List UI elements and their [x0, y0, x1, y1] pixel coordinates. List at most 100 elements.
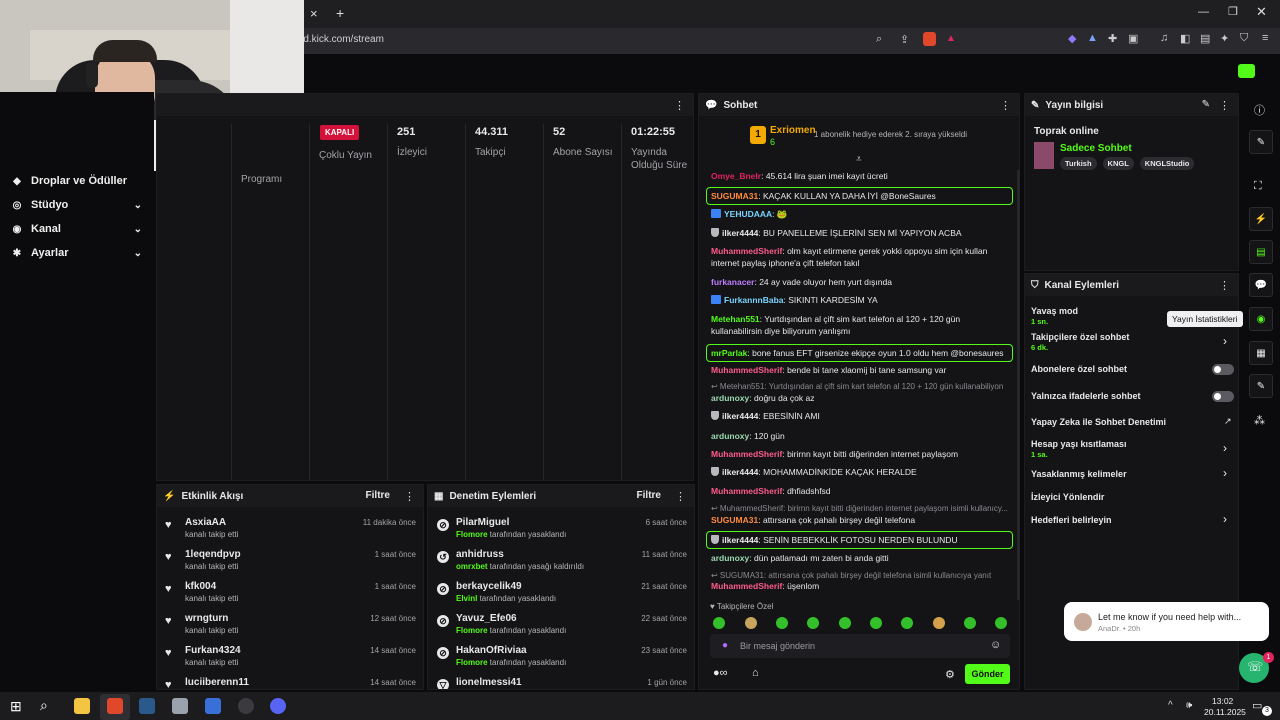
info-icon[interactable]: ⓘ	[1254, 102, 1265, 118]
collapse-icon[interactable]: ⩡	[856, 154, 862, 165]
emotes-only-toggle[interactable]	[1212, 391, 1234, 402]
emote[interactable]	[713, 617, 725, 629]
chat-message[interactable]: ilker4444: BU PANELLEME İŞLERİNİ SEN Mİ …	[711, 227, 1013, 239]
file-explorer-icon[interactable]	[74, 698, 90, 714]
kebab-menu-icon[interactable]: ⋮	[1219, 99, 1230, 112]
emote[interactable]	[995, 617, 1007, 629]
steam-icon[interactable]	[139, 698, 155, 714]
emote[interactable]	[901, 617, 913, 629]
help-bubble[interactable]: Let me know if you need help with... Ana…	[1064, 602, 1269, 641]
filter-button[interactable]: Filtre	[637, 490, 661, 501]
puzzle-icon[interactable]: ✚	[1108, 32, 1117, 45]
kebab-menu-icon[interactable]: ⋮	[675, 490, 686, 503]
chat-message[interactable]: ardunoxy: 120 gün	[711, 430, 1013, 442]
app-icon[interactable]	[172, 698, 188, 714]
extension2-icon[interactable]: ▲	[1087, 32, 1098, 44]
chat-settings-icon[interactable]: ⚙	[945, 668, 955, 681]
kebab-menu-icon[interactable]: ⋮	[1219, 279, 1230, 292]
notifications-icon[interactable]: ▭	[1252, 699, 1262, 712]
notes-toggle-button[interactable]: ▤	[1249, 240, 1273, 264]
filter-button[interactable]: Filtre	[366, 490, 390, 501]
activity-row[interactable]: ♥ wrngturn kanalı takip etti 12 saat önce	[160, 611, 418, 641]
discord-icon[interactable]	[270, 698, 286, 714]
minimize-icon[interactable]: —	[1198, 6, 1209, 18]
chat-message[interactable]: YEHUDAAA: 🐸	[711, 208, 1013, 220]
activity-row[interactable]: ♥ 1leqendpvp kanalı takip etti 1 saat önce	[160, 547, 418, 577]
pinned-user[interactable]: Exriomen	[770, 125, 816, 136]
volume-icon[interactable]: 🕪	[1186, 700, 1192, 711]
emote[interactable]	[839, 617, 851, 629]
tray-chevron-icon[interactable]: ^	[1168, 700, 1173, 711]
subscribers-only-toggle[interactable]	[1212, 364, 1234, 375]
action-goals[interactable]: Hedefleri belirleyin	[1031, 515, 1112, 525]
chat-reply-preview[interactable]: ↩ MuhammedSherif: birirnn kayıt bitti di…	[711, 503, 1013, 513]
external-link-icon[interactable]: ↗	[1224, 416, 1232, 427]
brave-shield-icon[interactable]	[923, 32, 936, 46]
category-link[interactable]: Sadece Sohbet	[1060, 143, 1132, 154]
category-thumbnail[interactable]	[1034, 142, 1054, 169]
chat-message[interactable]: MuhammedSherif: birirnn kayıt bitti diğe…	[711, 448, 1013, 460]
restore-icon[interactable]: ❐	[1228, 5, 1238, 18]
vpn-icon[interactable]: ⛉	[1240, 32, 1248, 45]
kick-logo-icon[interactable]	[1238, 64, 1255, 78]
windows-start-icon[interactable]: ⊞	[10, 698, 22, 715]
edit-layout-button[interactable]: ✎	[1249, 130, 1273, 154]
brave-icon[interactable]	[107, 698, 123, 714]
close-tab-icon[interactable]: ×	[310, 6, 324, 21]
chat-message[interactable]: ardunoxy: doğru da çok az	[711, 392, 1013, 404]
action-account-age[interactable]: Hesap yaşı kısıtlaması 1 sa.	[1031, 439, 1127, 459]
chat-message[interactable]: FurkannnBaba: SIKINTI KARDESİM YA	[711, 294, 1013, 306]
sidebar-icon[interactable]: ◧	[1180, 32, 1190, 45]
chat-message[interactable]: furkanacer: 24 ay vade oluyor hem yurt d…	[711, 276, 1013, 288]
moderation-toggle-button[interactable]: ▦	[1249, 341, 1273, 365]
zoom-icon[interactable]: ⌕	[876, 33, 882, 46]
moderation-row[interactable]: ▽ lionelmessi41 1 gün önce	[432, 675, 690, 689]
chat-message[interactable]: MuhammedSherif: bende bi tane xlaomij bi…	[711, 364, 1013, 376]
nav-drops-rewards[interactable]: ◆ Droplar ve Ödüller	[10, 171, 150, 191]
leo-ai-icon[interactable]: ✦	[1220, 32, 1229, 45]
stream-stats-button[interactable]: ◉	[1249, 307, 1273, 331]
share-icon[interactable]: ⇪	[900, 33, 909, 46]
chat-reply-preview[interactable]: ↩ Metehan551: Yurtdışından al çift sim k…	[711, 381, 1013, 391]
nav-channel[interactable]: ◉ Kanal ⌄	[10, 219, 150, 239]
action-followers-only[interactable]: Takipçilere özel sohbet 6 dk.	[1031, 332, 1129, 352]
chat-message[interactable]: MuhammedSherif: üşenlom	[711, 580, 1013, 592]
emote[interactable]	[964, 617, 976, 629]
new-tab-button[interactable]: +	[336, 5, 350, 21]
moderation-row[interactable]: ⊘ HakanOfRiviaa Flomore tarafından yasakla…	[432, 643, 690, 673]
fullscreen-icon[interactable]: ⛶	[1254, 180, 1262, 193]
chat-message[interactable]: SUGUMA31: attırsana çok pahalı birşey de…	[711, 514, 1013, 526]
chat-message[interactable]: ilker4444: SENİN BEBEKKLİK FOTOSU NERDEN…	[706, 531, 1013, 549]
chevron-right-icon[interactable]: ›	[1223, 334, 1227, 348]
chevron-right-icon[interactable]: ›	[1223, 466, 1227, 480]
chat-message[interactable]: ilker4444: MOHAMMADİNKİDE KAÇAK HERALDE	[711, 466, 1013, 478]
moderation-row[interactable]: ⊘ berkaycelik49 Elvinl tarafından yasaklan…	[432, 579, 690, 609]
chevron-right-icon[interactable]: ›	[1223, 441, 1227, 455]
nav-studio[interactable]: ◎ Stüdyo ⌄	[10, 195, 150, 215]
edit-icon[interactable]: ✎	[1202, 99, 1210, 110]
moderation-row[interactable]: ⊘ PilarMiguel Flomore tarafından yasakland…	[432, 515, 690, 545]
activity-row[interactable]: ♥ Furkan4324 kanalı takip etti 14 saat önce	[160, 643, 418, 673]
activity-row[interactable]: ♥ AsxiaAA kanalı takip etti 11 dakika önce	[160, 515, 418, 545]
activity-row[interactable]: ♥ luciiberenn11 14 saat önce	[160, 675, 418, 689]
window-close-icon[interactable]: ✕	[1256, 4, 1267, 20]
search-icon[interactable]: ⌕	[40, 697, 48, 714]
chat-message[interactable]: MuhammedSherif: olm kayıt etirmene gerek…	[711, 245, 1013, 269]
points-icon[interactable]: ●∞	[713, 667, 728, 679]
action-ai-moderation[interactable]: Yapay Zeka ile Sohbet Denetimi	[1031, 417, 1166, 427]
activity-row[interactable]: ♥ kfk004 kanalı takip etti 1 saat önce	[160, 579, 418, 609]
clock-time[interactable]: 13:02	[1212, 696, 1233, 706]
chat-toggle-button[interactable]: 💬	[1249, 273, 1273, 297]
screenshot-icon[interactable]: ▣	[1128, 32, 1138, 45]
tools-toggle-button[interactable]: ✎	[1249, 374, 1273, 398]
emote[interactable]	[745, 617, 757, 629]
action-raid[interactable]: İzleyici Yönlendir	[1031, 492, 1104, 502]
chat-input-box[interactable]: ● Bir mesaj gönderin ☺	[710, 634, 1010, 658]
send-button[interactable]: Gönder	[965, 664, 1010, 684]
connections-icon[interactable]: ⁂	[1254, 414, 1265, 427]
chat-message[interactable]: MuhammedSherif: dhfiadshfsd	[711, 485, 1013, 497]
extension-icon[interactable]: ◆	[1068, 32, 1076, 45]
chat-message[interactable]: Omye_Bnelr: 45.614 lira şuan imei kayıt …	[711, 170, 1013, 182]
action-slow-mode[interactable]: Yavaş mod 1 sn.	[1031, 306, 1078, 326]
chevron-right-icon[interactable]: ›	[1223, 512, 1227, 526]
